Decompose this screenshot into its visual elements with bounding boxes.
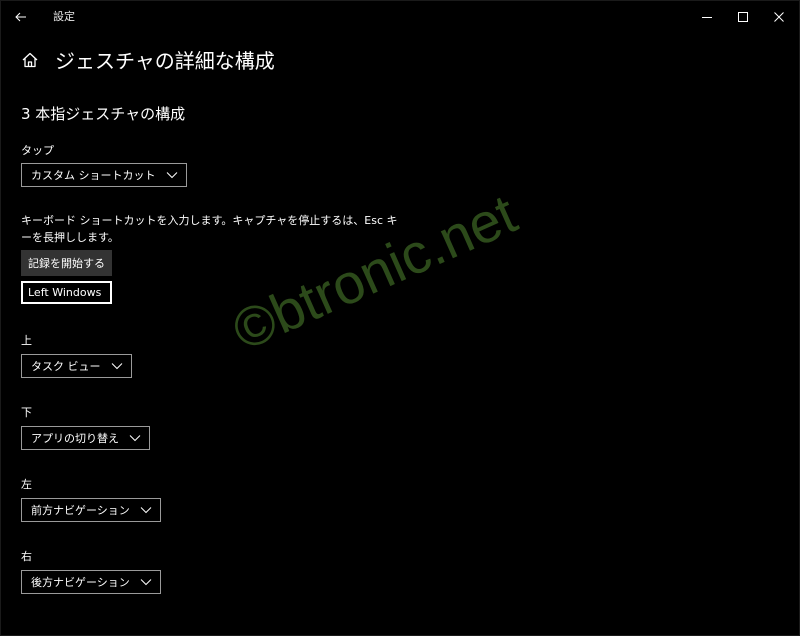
chevron-down-icon xyxy=(166,169,178,181)
down-dropdown[interactable]: アプリの切り替え xyxy=(21,426,150,450)
up-label: 上 xyxy=(21,334,32,347)
chevron-down-icon xyxy=(140,576,152,588)
section-title: 3 本指ジェスチャの構成 xyxy=(21,105,186,123)
home-icon[interactable] xyxy=(21,51,41,71)
chevron-down-icon xyxy=(129,432,141,444)
right-selected-value: 後方ナビゲーション xyxy=(31,576,130,589)
back-arrow-icon xyxy=(15,7,27,26)
minimize-icon xyxy=(702,7,712,26)
chevron-down-icon xyxy=(140,504,152,516)
tap-selected-value: カスタム ショートカット xyxy=(31,169,156,182)
title-bar: 設定 xyxy=(1,1,799,31)
tap-label: タップ xyxy=(21,144,54,157)
right-dropdown[interactable]: 後方ナビゲーション xyxy=(21,570,161,594)
left-dropdown[interactable]: 前方ナビゲーション xyxy=(21,498,161,522)
up-selected-value: タスク ビュー xyxy=(31,360,101,373)
shortcut-key-field[interactable]: Left Windows xyxy=(21,281,112,304)
right-label: 右 xyxy=(21,550,32,563)
chevron-down-icon xyxy=(111,360,123,372)
minimize-button[interactable] xyxy=(687,1,727,31)
page-title: ジェスチャの詳細な構成 xyxy=(55,49,275,73)
back-button[interactable] xyxy=(7,3,35,29)
maximize-button[interactable] xyxy=(723,1,763,31)
up-dropdown[interactable]: タスク ビュー xyxy=(21,354,132,378)
start-recording-button[interactable]: 記録を開始する xyxy=(21,250,112,276)
shortcut-description: キーボード ショートカットを入力します。キャプチャを停止するは、Esc キーを長… xyxy=(21,214,398,244)
close-icon xyxy=(774,7,784,26)
watermark: ©btronic.net xyxy=(223,181,526,363)
tap-dropdown[interactable]: カスタム ショートカット xyxy=(21,163,187,187)
shortcut-key-value: Left Windows xyxy=(28,286,102,299)
left-label: 左 xyxy=(21,478,32,491)
settings-window: 設定 ジェスチャの詳細な構成 3 本指ジェスチャの構成 タップ カスタム ショー… xyxy=(0,0,800,636)
close-button[interactable] xyxy=(759,1,799,31)
down-selected-value: アプリの切り替え xyxy=(31,432,119,445)
maximize-icon xyxy=(738,7,748,26)
down-label: 下 xyxy=(21,406,32,419)
left-selected-value: 前方ナビゲーション xyxy=(31,504,130,517)
window-title: 設定 xyxy=(53,10,75,23)
